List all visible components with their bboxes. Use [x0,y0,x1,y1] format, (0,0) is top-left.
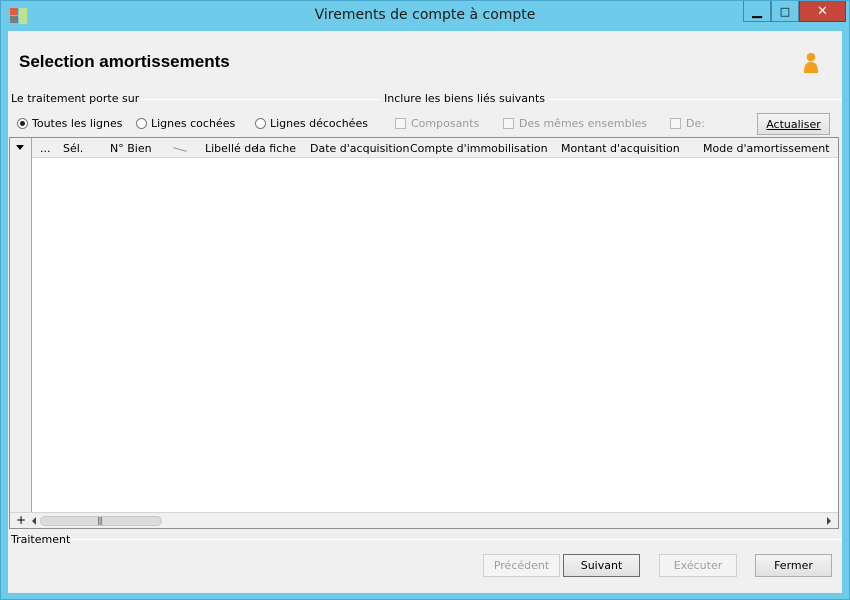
application-window: Virements de compte à compte ▁ □ ✕ Selec… [0,0,850,600]
row-selector-column [10,138,32,528]
grid-menu-arrow-icon[interactable] [16,145,24,150]
checkbox-icon [670,118,681,129]
window-title: Virements de compte à compte [314,7,536,23]
scroll-right-icon[interactable] [827,517,831,525]
grid-header: ... Sél. N° Bien Libellé de la fiche Dat… [32,138,838,158]
footer-section: Traitement Précédent Suivant Exécuter Fe… [8,533,842,593]
column-header-depr-mode[interactable]: Mode d'amortissement [703,142,830,155]
dialog-header: Selection amortissements [8,31,842,91]
radio-unselected-icon [136,118,147,129]
checkbox-components[interactable]: Composants [395,117,479,130]
data-grid[interactable]: ... Sél. N° Bien Libellé de la fiche Dat… [9,137,839,529]
footer-group-line [66,539,842,540]
checkbox-de-label: De: [686,117,705,130]
maximize-button[interactable]: □ [771,1,799,22]
include-group-line [526,99,842,100]
column-header-label-sheet[interactable]: la fiche [256,142,296,155]
column-header-asset-account[interactable]: Compte d'immobilisation [410,142,548,155]
user-icon [804,52,818,73]
close-button[interactable]: ✕ [799,1,846,22]
scope-group-label: Le traitement porte sur [11,92,143,105]
grid-footer: + ||| [10,512,838,528]
column-header-acq-date[interactable]: Date d'acquisition [310,142,409,155]
column-header-selection[interactable]: Sél. [63,142,83,155]
radio-unchecked-lines-label: Lignes décochées [270,117,368,130]
checkbox-same-sets[interactable]: Des mêmes ensembles [503,117,647,130]
add-row-icon[interactable]: + [16,513,26,527]
title-bar[interactable]: Virements de compte à compte ▁ □ ✕ [1,1,849,31]
column-header-more[interactable]: ... [40,142,51,155]
column-header-label[interactable]: Libellé de [205,142,258,155]
next-button[interactable]: Suivant [563,554,640,577]
radio-unselected-icon [255,118,266,129]
radio-selected-icon [17,118,28,129]
page-title: Selection amortissements [19,52,230,71]
close-dialog-button[interactable]: Fermer [755,554,832,577]
execute-button[interactable]: Exécuter [659,554,737,577]
checkbox-components-label: Composants [411,117,480,130]
radio-unchecked-lines[interactable]: Lignes décochées [255,117,368,130]
previous-button[interactable]: Précédent [483,554,560,577]
footer-group-label: Traitement [11,533,74,546]
horizontal-scrollbar-thumb[interactable]: ||| [40,516,162,526]
checkbox-icon [395,118,406,129]
checkbox-de[interactable]: De: [670,117,705,130]
radio-checked-lines[interactable]: Lignes cochées [136,117,235,130]
radio-all-lines[interactable]: Toutes les lignes [17,117,122,130]
radio-checked-lines-label: Lignes cochées [151,117,236,130]
minimize-button[interactable]: ▁ [743,1,771,22]
scroll-grip-icon: ||| [97,516,103,525]
sort-indicator-icon [173,147,187,152]
checkbox-same-sets-label: Des mêmes ensembles [519,117,648,130]
scope-group-line [128,99,380,100]
include-group-label: Inclure les biens liés suivants [384,92,549,105]
scroll-left-icon[interactable] [32,517,36,525]
checkbox-icon [503,118,514,129]
dialog-client-area: Selection amortissements Le traitement p… [8,31,842,593]
column-header-asset-no[interactable]: N° Bien [110,142,152,155]
column-header-acq-amount[interactable]: Montant d'acquisition [561,142,680,155]
radio-all-lines-label: Toutes les lignes [32,117,123,130]
refresh-button[interactable]: Actualiser [757,113,830,135]
